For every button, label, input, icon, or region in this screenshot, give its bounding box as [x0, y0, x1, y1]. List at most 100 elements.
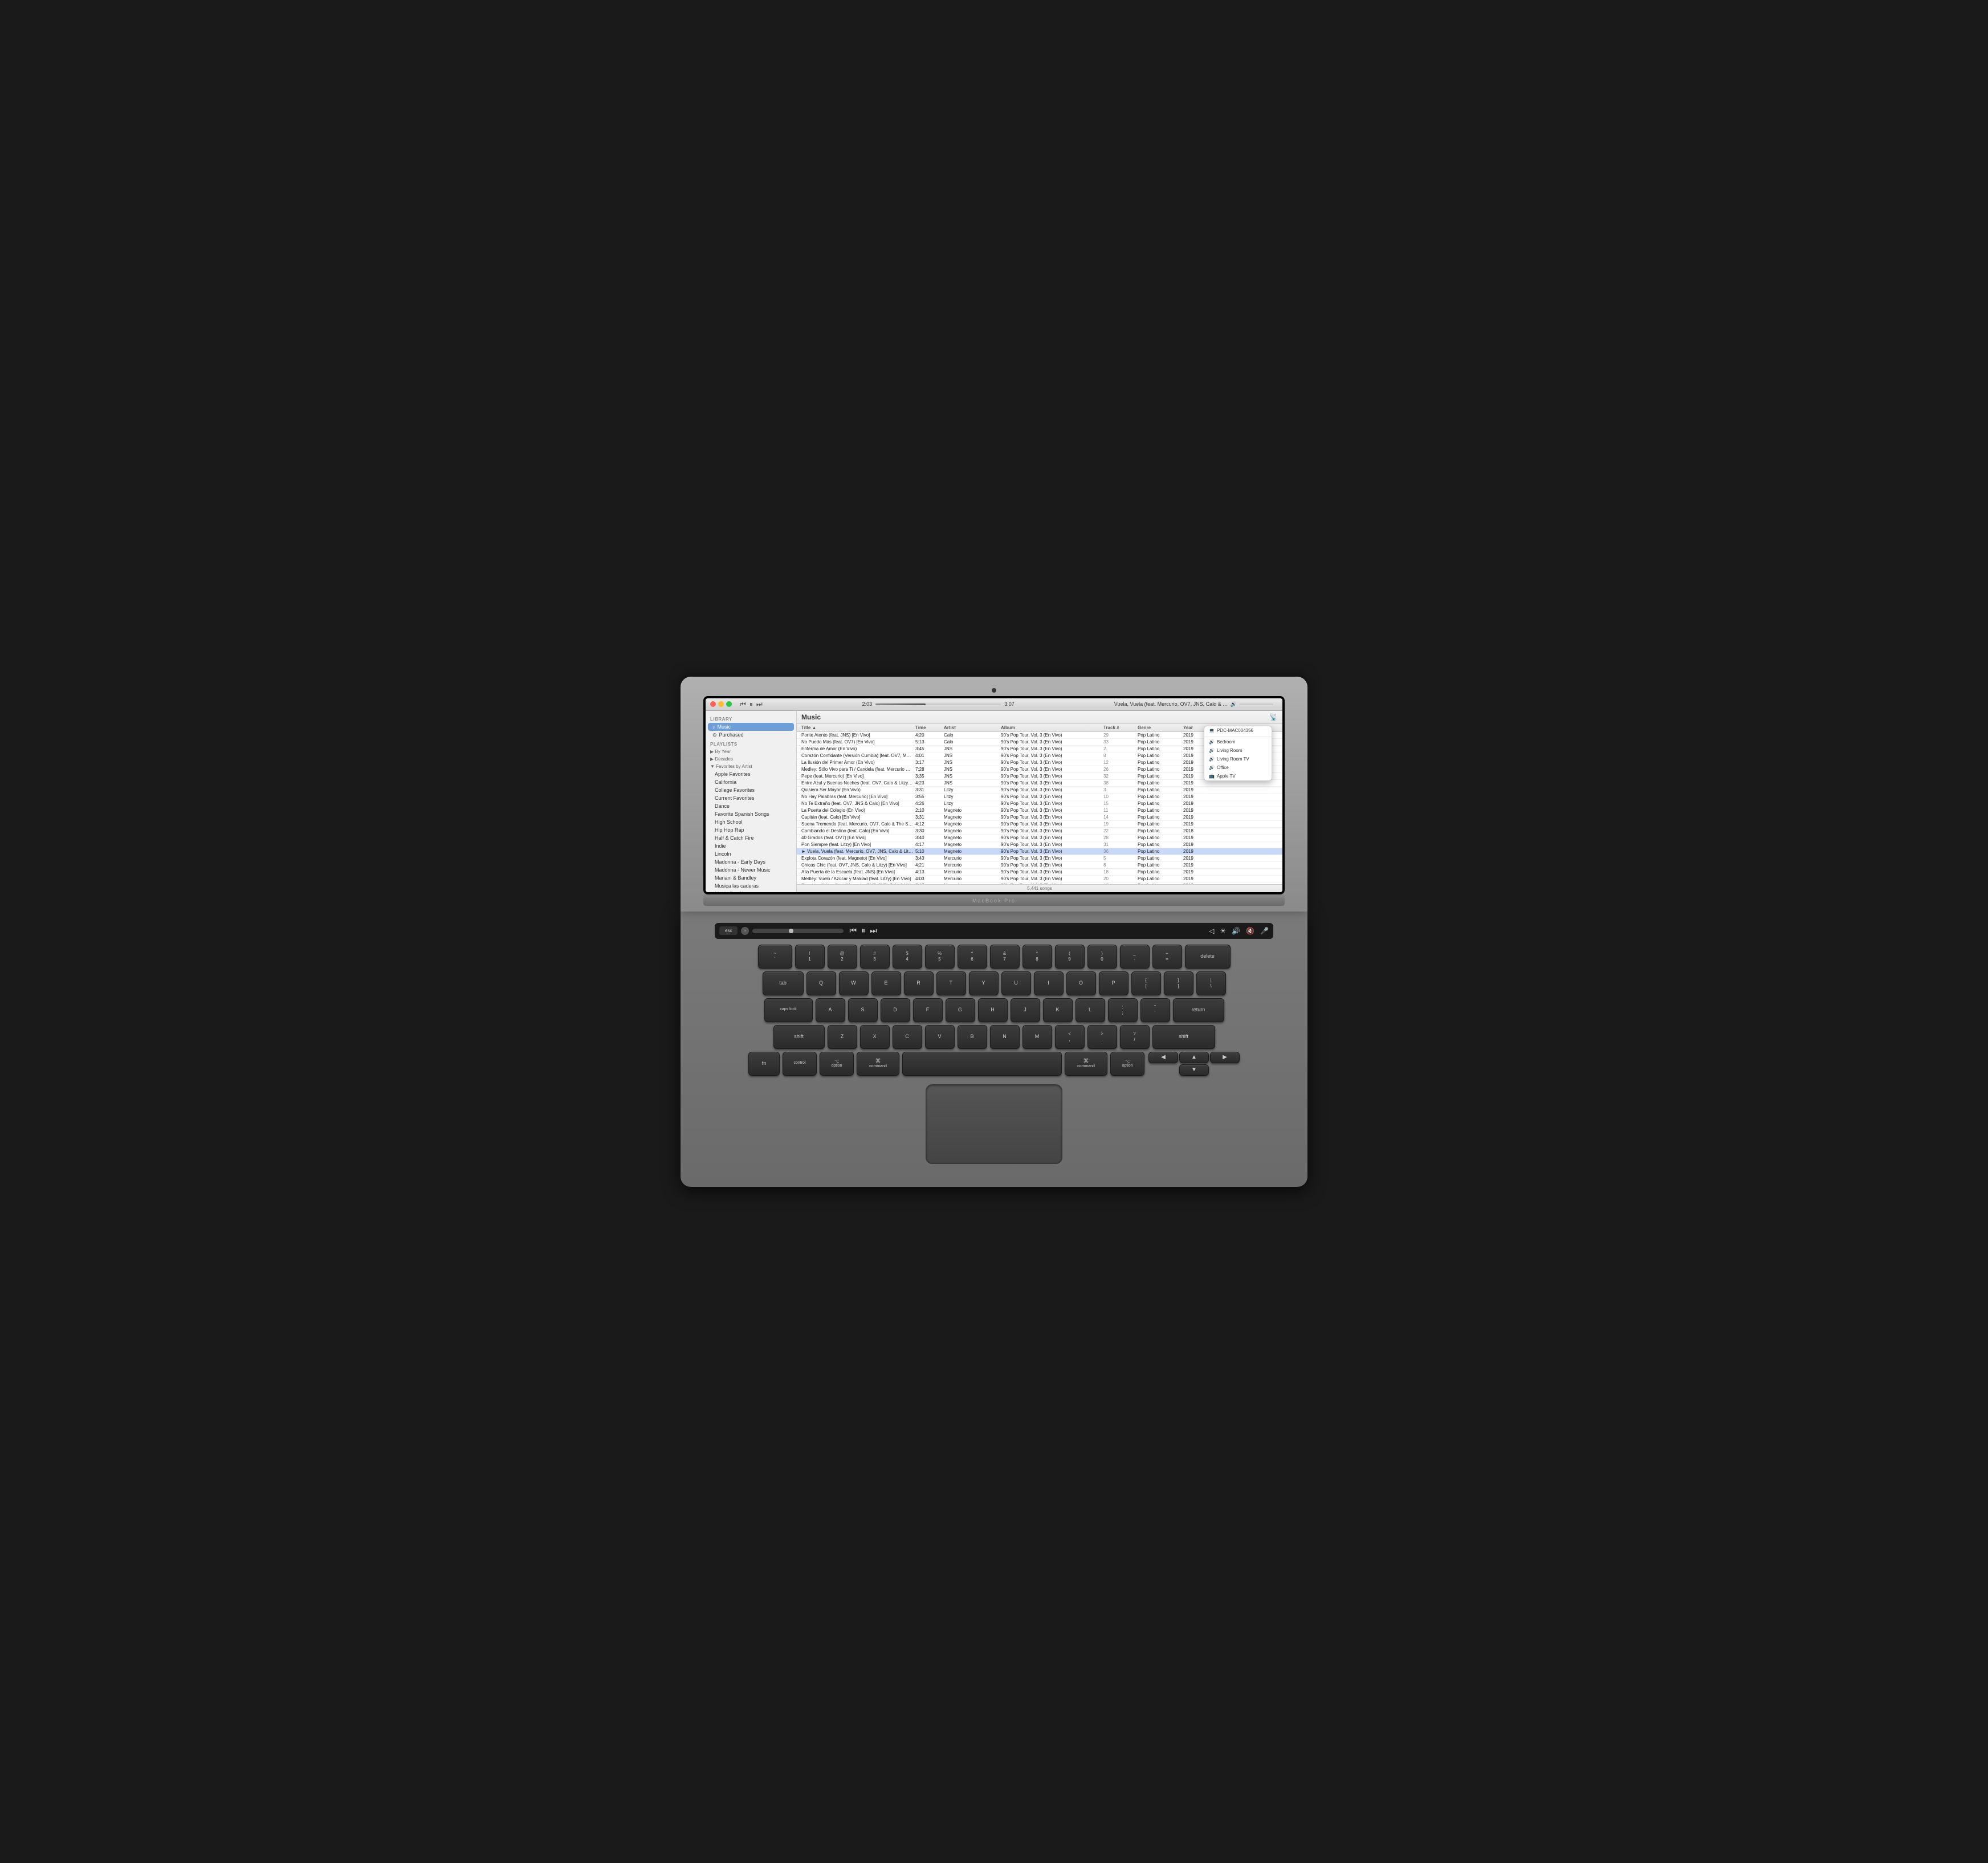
col-genre[interactable]: Genre	[1138, 725, 1183, 730]
key-minus[interactable]: _-	[1120, 945, 1150, 969]
key-space[interactable]	[902, 1052, 1062, 1076]
key-bracket-close[interactable]: }]	[1164, 971, 1193, 995]
key-fn[interactable]: fn	[748, 1052, 780, 1076]
track-row[interactable]: Cambiando el Destino (feat. Calo) [En Vi…	[797, 828, 1282, 835]
dropdown-item-apple-tv[interactable]: 📺 Apple TV	[1204, 772, 1272, 780]
touch-bar-forward[interactable]: ⏭	[870, 926, 877, 935]
key-h[interactable]: H	[978, 998, 1008, 1022]
pause-button[interactable]: ⏸	[749, 700, 753, 709]
track-row[interactable]: ► Vuela, Vuela (feat. Mercurio, OV7, JNS…	[797, 848, 1282, 855]
dropdown-item-living-room[interactable]: 🔊 Living Room	[1204, 746, 1272, 755]
touch-bar-rewind[interactable]: ⏮	[849, 926, 857, 935]
key-tab[interactable]: tab	[763, 971, 804, 995]
key-period[interactable]: >.	[1087, 1025, 1117, 1049]
sidebar-item-madonna-newer[interactable]: Madonna - Newer Music	[706, 866, 796, 874]
sidebar-item-california[interactable]: California	[706, 778, 796, 786]
key-5[interactable]: %5	[925, 945, 955, 969]
key-u[interactable]: U	[1001, 971, 1031, 995]
touch-bar-brightness-icon[interactable]: ☀	[1220, 927, 1226, 935]
key-delete[interactable]: delete	[1185, 945, 1231, 969]
key-d[interactable]: D	[881, 998, 910, 1022]
rewind-button[interactable]: ⏮	[740, 700, 746, 709]
sidebar-item-lincoln[interactable]: Lincoln	[706, 850, 796, 858]
sidebar-item-current-favorites[interactable]: Current Favorites	[706, 794, 796, 802]
key-arrow-right[interactable]: ▶	[1210, 1052, 1240, 1063]
key-n[interactable]: N	[990, 1025, 1020, 1049]
key-z[interactable]: Z	[828, 1025, 857, 1049]
sidebar-item-musica-caderas[interactable]: Musica las caderas	[706, 882, 796, 890]
sidebar-item-music[interactable]: ♪ Music	[708, 723, 794, 731]
by-year-toggle[interactable]: ▶ By Year	[706, 748, 796, 755]
key-backslash[interactable]: |\	[1196, 971, 1226, 995]
touch-bar-close[interactable]: ×	[741, 927, 749, 935]
key-e[interactable]: E	[871, 971, 901, 995]
track-row[interactable]: Capitán (feat. Calo) [En Vivo]3:31Magnet…	[797, 814, 1282, 821]
decades-toggle[interactable]: ▶ Decades	[706, 755, 796, 763]
volume-slider[interactable]	[1239, 703, 1273, 705]
key-k[interactable]: K	[1043, 998, 1073, 1022]
sidebar-item-apple-favorites[interactable]: Apple Favorites	[706, 770, 796, 778]
touch-bar-curved-icon[interactable]: ◁	[1209, 927, 1214, 935]
track-row[interactable]: Chicas Chic (feat. OV7, JNS, Calo & Litz…	[797, 862, 1282, 869]
col-album[interactable]: Album	[1001, 725, 1103, 730]
key-c[interactable]: C	[893, 1025, 922, 1049]
touch-bar-pause[interactable]: ⏸	[861, 926, 865, 935]
key-t[interactable]: T	[936, 971, 966, 995]
touch-bar-progress[interactable]	[752, 929, 844, 933]
col-artist[interactable]: Artist	[944, 725, 1001, 730]
key-7[interactable]: &7	[990, 945, 1020, 969]
track-row[interactable]: La Puerta del Colegio (En Vivo)2:10Magne…	[797, 807, 1282, 814]
key-w[interactable]: W	[839, 971, 869, 995]
track-row[interactable]: Pon Siempre (feat. Litzy) [En Vivo]4:17M…	[797, 841, 1282, 848]
key-y[interactable]: Y	[969, 971, 999, 995]
key-shift-right[interactable]: shift	[1152, 1025, 1215, 1049]
sidebar-item-high-school[interactable]: High School	[706, 818, 796, 826]
track-row[interactable]: Explota Corazón (feat. Magneto) [En Vivo…	[797, 855, 1282, 862]
key-m[interactable]: M	[1022, 1025, 1052, 1049]
key-slash[interactable]: ?/	[1120, 1025, 1150, 1049]
track-row[interactable]: No Hay Palabras (feat. Mercurio) [En Viv…	[797, 794, 1282, 800]
key-control[interactable]: control	[783, 1052, 817, 1076]
key-0[interactable]: )0	[1087, 945, 1117, 969]
sidebar-item-half-catch-fire[interactable]: Half & Catch Fire	[706, 834, 796, 842]
sidebar-item-purchased[interactable]: ⊙ Purchased	[706, 731, 796, 739]
key-9[interactable]: (9	[1055, 945, 1085, 969]
key-x[interactable]: X	[860, 1025, 890, 1049]
sidebar-item-favorite-spanish-songs[interactable]: Favorite Spanish Songs	[706, 810, 796, 818]
touch-bar-esc[interactable]: esc	[719, 926, 738, 935]
key-arrow-up[interactable]: ▲	[1179, 1052, 1209, 1063]
track-row[interactable]: No Te Extraño (feat. OV7, JNS & Calo) [E…	[797, 800, 1282, 807]
key-arrow-left[interactable]: ◀	[1148, 1052, 1178, 1063]
key-j[interactable]: J	[1011, 998, 1040, 1022]
col-title[interactable]: Title ▲	[801, 725, 915, 730]
maximize-button[interactable]	[726, 701, 732, 707]
key-command-right[interactable]: ⌘ command	[1065, 1052, 1107, 1076]
key-shift-left[interactable]: shift	[773, 1025, 825, 1049]
key-o[interactable]: O	[1066, 971, 1096, 995]
key-equals[interactable]: +=	[1152, 945, 1182, 969]
key-p[interactable]: P	[1099, 971, 1129, 995]
key-semicolon[interactable]: :;	[1108, 998, 1138, 1022]
minimize-button[interactable]	[718, 701, 724, 707]
key-4[interactable]: $4	[893, 945, 922, 969]
key-command-left[interactable]: ⌘ command	[857, 1052, 899, 1076]
sidebar-item-college-favorites[interactable]: College Favorites	[706, 786, 796, 794]
key-return[interactable]: return	[1173, 998, 1224, 1022]
dropdown-item-living-room-tv[interactable]: 🔊 Living Room TV	[1204, 755, 1272, 763]
key-quote[interactable]: "'	[1140, 998, 1170, 1022]
forward-button[interactable]: ⏭	[756, 700, 763, 709]
key-s[interactable]: S	[848, 998, 878, 1022]
col-time[interactable]: Time	[915, 725, 944, 730]
touch-bar-volume-icon[interactable]: 🔊	[1232, 927, 1240, 935]
key-i[interactable]: I	[1034, 971, 1064, 995]
key-option-left[interactable]: ⌥ option	[820, 1052, 854, 1076]
volume-icon[interactable]: 🔊	[1231, 701, 1237, 707]
airplay-icon[interactable]: 📡	[1269, 713, 1278, 721]
dropdown-item-pdc[interactable]: 💻 PDC-MAC004356	[1204, 726, 1272, 735]
key-g[interactable]: G	[946, 998, 975, 1022]
key-q[interactable]: Q	[806, 971, 836, 995]
trackpad[interactable]	[926, 1084, 1062, 1164]
key-option-right[interactable]: ⌥ option	[1110, 1052, 1144, 1076]
key-backtick[interactable]: ~`	[758, 945, 792, 969]
key-f[interactable]: F	[913, 998, 943, 1022]
